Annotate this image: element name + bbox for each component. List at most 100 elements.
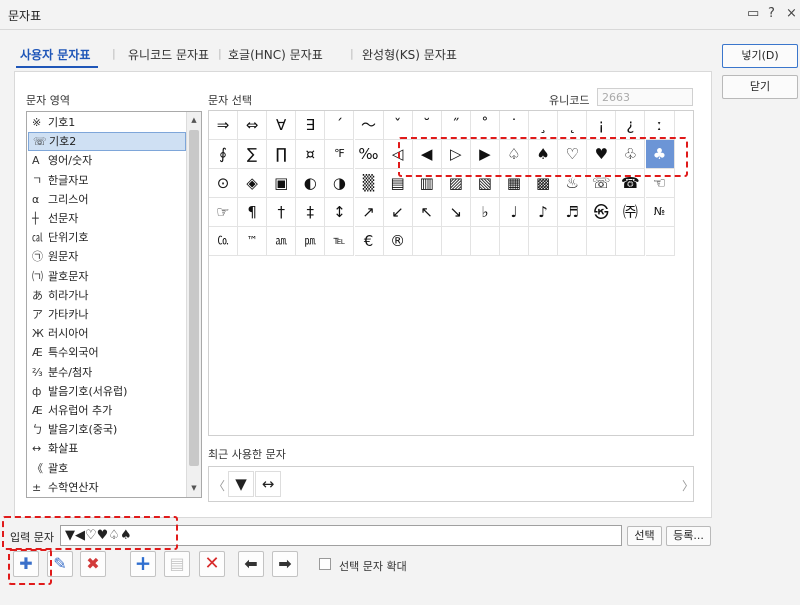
char-cell[interactable] — [441, 227, 471, 257]
area-list-item[interactable]: ┼ 선문자 — [28, 209, 186, 228]
char-cell[interactable]: ¿ — [616, 111, 646, 140]
char-cell[interactable]: † — [267, 198, 297, 228]
char-cell[interactable] — [470, 227, 500, 257]
char-cell[interactable]: ◀ — [412, 140, 442, 170]
area-list-item[interactable]: A 영어/숫자 — [28, 151, 186, 170]
area-list-item[interactable]: ⅔ 분수/첨자 — [28, 363, 186, 382]
char-cell[interactable]: ◑ — [325, 169, 355, 199]
char-cell[interactable]: ▒ — [354, 169, 384, 199]
add-page-icon[interactable]: ▤ — [164, 551, 190, 577]
char-cell[interactable]: ↙ — [383, 198, 413, 228]
char-cell[interactable]: № — [645, 198, 675, 228]
char-cell[interactable]: ↖ — [412, 198, 442, 228]
arrow-left-icon[interactable]: ⬅ — [238, 551, 264, 577]
char-cell[interactable]: ∏ — [267, 140, 297, 170]
area-list-item[interactable]: ± 수학연산자 — [28, 478, 186, 497]
tab-unicode-chartable[interactable]: 유니코드 문자표 — [128, 46, 209, 63]
char-cell[interactable]: ‰ — [354, 140, 384, 170]
char-cell[interactable]: ∑ — [238, 140, 268, 170]
char-cell[interactable]: ♠ — [529, 140, 559, 170]
char-cell[interactable]: ¡ — [587, 111, 617, 140]
char-cell[interactable]: ∮ — [209, 140, 238, 170]
char-cell[interactable]: ↘ — [441, 198, 471, 228]
char-cell[interactable]: ˛ — [558, 111, 588, 140]
char-cell[interactable]: ⊙ — [209, 169, 238, 199]
char-cell[interactable]: ℉ — [325, 140, 355, 170]
arrow-right-icon[interactable]: ➡ — [272, 551, 298, 577]
char-cell[interactable]: ▤ — [383, 169, 413, 199]
recent-char[interactable]: ↔ — [255, 471, 281, 497]
char-cell[interactable]: ˇ — [383, 111, 413, 140]
x-icon[interactable]: ✕ — [199, 551, 225, 577]
recent-next-icon[interactable]: 〉 — [682, 477, 694, 494]
area-list-item[interactable]: α 그리스어 — [28, 190, 186, 209]
char-cell[interactable]: ◈ — [238, 169, 268, 199]
input-chars-field[interactable]: ▼◀♡♥♤♠ — [60, 525, 622, 546]
delete-char-icon[interactable]: ✖ — [80, 551, 106, 577]
tab-hnc-chartable[interactable]: 호글(HNC) 문자표 — [228, 46, 323, 63]
char-cell[interactable]: ⇔ — [238, 111, 268, 140]
area-list-item[interactable]: ㎈ 단위기호 — [28, 228, 186, 247]
char-cell[interactable]: ↕ — [325, 198, 355, 228]
scroll-thumb[interactable] — [189, 130, 199, 466]
char-cell[interactable]: ☏ — [587, 169, 617, 199]
char-cell[interactable]: ‡ — [296, 198, 326, 228]
scroll-down-icon[interactable]: ▼ — [189, 482, 199, 494]
select-button[interactable]: 선택 — [627, 526, 662, 546]
char-cell[interactable]: ◁ — [383, 140, 413, 170]
tab-user-chartable[interactable]: 사용자 문자표 — [20, 46, 90, 63]
area-list-item[interactable]: ※ 기호1 — [28, 113, 186, 132]
char-cell[interactable]: ◐ — [296, 169, 326, 199]
area-list-item[interactable]: ㈀ 괄호문자 — [28, 267, 186, 286]
char-cell[interactable]: ♪ — [529, 198, 559, 228]
char-cell[interactable]: ▷ — [441, 140, 471, 170]
char-cell[interactable]: ℡ — [325, 227, 355, 257]
tab-ks-chartable[interactable]: 완성형(KS) 문자표 — [362, 46, 457, 63]
char-area-list[interactable]: ※ 기호1 ☏ 기호2 A 영어/숫자 ㄱ 한글자모 α 그리스어 ┼ 선문자 ㎈ 단위기호 ㉠ 원문자 ㈀ 괄호… — [26, 111, 202, 498]
char-cell[interactable]: € — [354, 227, 384, 257]
scroll-up-icon[interactable]: ▲ — [189, 114, 199, 126]
char-cell[interactable] — [616, 227, 646, 257]
add-char-icon[interactable]: ✚ — [13, 551, 39, 577]
char-cell[interactable]: ♬ — [558, 198, 588, 228]
register-button[interactable]: 등록... — [666, 526, 711, 546]
char-cell[interactable]: ː — [645, 111, 675, 140]
char-cell[interactable]: ♣ — [645, 140, 675, 170]
char-cell[interactable] — [558, 227, 588, 257]
char-cell[interactable]: ㏂ — [267, 227, 297, 257]
char-cell[interactable]: ¸ — [529, 111, 559, 140]
char-cell[interactable]: ¤ — [296, 140, 326, 170]
area-list-item[interactable]: 《 괄호 — [28, 459, 186, 478]
area-list-item[interactable]: ㄱ 한글자모 — [28, 171, 186, 190]
char-cell[interactable]: ® — [383, 227, 413, 257]
char-cell[interactable]: ∃ — [296, 111, 326, 140]
char-cell[interactable]: ¶ — [238, 198, 268, 228]
char-cell[interactable]: ☞ — [209, 198, 238, 228]
char-cell[interactable] — [412, 227, 442, 257]
char-cell[interactable]: ˘ — [412, 111, 442, 140]
char-cell[interactable]: ▩ — [529, 169, 559, 199]
char-cell[interactable]: ▣ — [267, 169, 297, 199]
char-cell[interactable]: ㏇ — [209, 227, 238, 257]
char-cell[interactable]: ㉿ — [587, 198, 617, 228]
plus-icon[interactable]: + — [130, 551, 156, 577]
area-list-item[interactable]: あ 히라가나 — [28, 286, 186, 305]
char-cell[interactable]: ▨ — [441, 169, 471, 199]
char-cell[interactable]: ™ — [238, 227, 268, 257]
char-cell[interactable]: ㏘ — [296, 227, 326, 257]
area-list-item[interactable]: ☏ 기호2 — [28, 132, 186, 152]
char-cell[interactable]: ▧ — [470, 169, 500, 199]
char-cell[interactable]: ▶ — [470, 140, 500, 170]
char-cell[interactable]: ∀ — [267, 111, 297, 140]
help-button[interactable]: ? — [768, 6, 775, 21]
area-list-item[interactable]: ф 발음기호(서유럽) — [28, 382, 186, 401]
area-list-item[interactable]: ↔ 화살표 — [28, 439, 186, 458]
char-cell[interactable]: ˝ — [441, 111, 471, 140]
insert-button[interactable]: 넣기(D) — [722, 44, 798, 68]
char-cell[interactable]: ▥ — [412, 169, 442, 199]
char-cell[interactable]: ⇒ — [209, 111, 238, 140]
restore-button[interactable]: ▭ — [747, 6, 759, 21]
char-cell[interactable]: ☎ — [616, 169, 646, 199]
area-list-item[interactable]: ㄅ 발음기호(중국) — [28, 420, 186, 439]
char-cell[interactable] — [645, 227, 675, 257]
